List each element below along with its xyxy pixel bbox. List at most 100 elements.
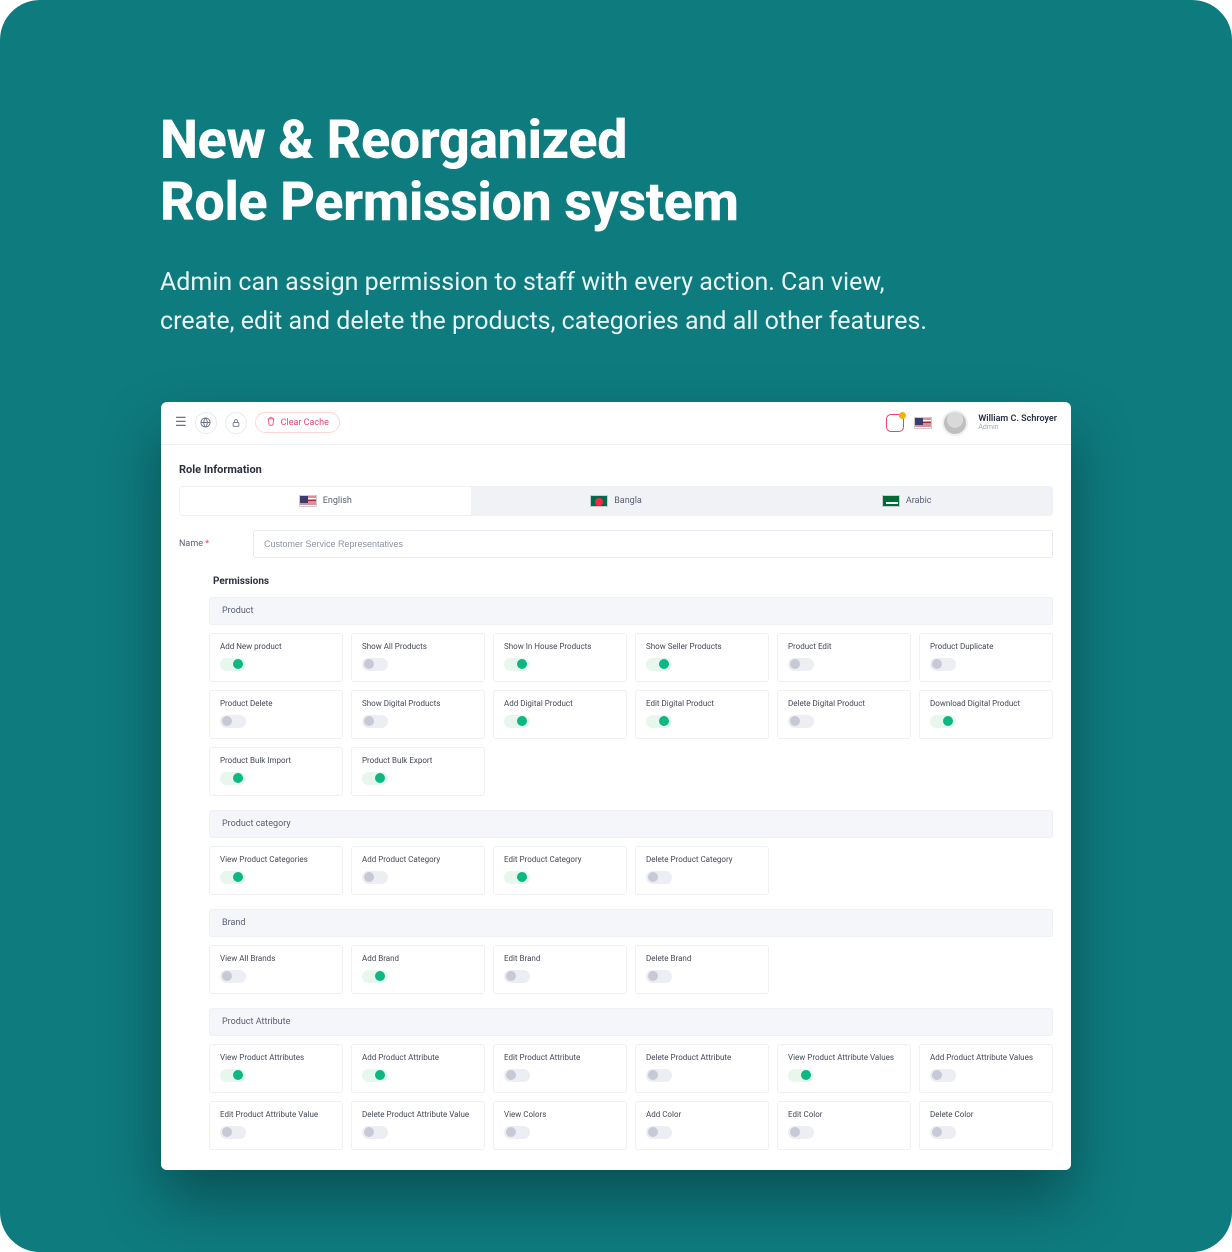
permission-card: Edit Digital Product	[635, 690, 769, 739]
permission-toggle[interactable]	[220, 772, 246, 785]
permission-group-header: Product	[209, 597, 1053, 625]
permission-label: Show Seller Products	[646, 642, 758, 652]
permission-label: Delete Digital Product	[788, 699, 900, 709]
permission-toggle[interactable]	[788, 1126, 814, 1139]
permission-grid: View All BrandsAdd BrandEdit BrandDelete…	[209, 945, 1053, 994]
permission-toggle[interactable]	[362, 871, 388, 884]
permission-toggle[interactable]	[930, 1069, 956, 1082]
permission-toggle[interactable]	[362, 970, 388, 983]
permission-grid: View Product Attributes Add Product Attri…	[209, 1044, 1053, 1150]
permission-toggle[interactable]	[220, 970, 246, 983]
hero-section: New & Reorganized Role Permission system…	[0, 110, 1232, 342]
permission-toggle[interactable]	[646, 1069, 672, 1082]
permission-toggle[interactable]	[930, 715, 956, 728]
hero-title-line2: Role Permission system	[160, 171, 739, 234]
permission-card: Delete Product Attribute Value	[351, 1101, 485, 1150]
permission-label: Show In House Products	[504, 642, 616, 652]
menu-icon[interactable]: ☰	[175, 415, 187, 430]
permission-toggle[interactable]	[504, 658, 530, 671]
permission-card: Add New product	[209, 633, 343, 682]
lock-icon[interactable]	[225, 412, 247, 434]
permission-card: Edit Product Category	[493, 846, 627, 895]
permission-card: Edit Product Attribute	[493, 1044, 627, 1093]
permission-toggle[interactable]	[646, 871, 672, 884]
tab-arabic-label: Arabic	[906, 496, 932, 506]
permission-toggle[interactable]	[646, 970, 672, 983]
permission-card: Download Digital Product	[919, 690, 1053, 739]
permission-toggle[interactable]	[930, 658, 956, 671]
permission-label: Download Digital Product	[930, 699, 1042, 709]
permission-toggle[interactable]	[362, 1069, 388, 1082]
permission-label: Edit Color	[788, 1110, 900, 1120]
permission-toggle[interactable]	[362, 658, 388, 671]
permission-label: Edit Brand	[504, 954, 616, 964]
tab-english-label: English	[323, 496, 352, 506]
tab-bangla-label: Bangla	[614, 496, 642, 506]
permission-toggle[interactable]	[220, 658, 246, 671]
permission-card: Product Bulk Export	[351, 747, 485, 796]
role-name-input[interactable]	[253, 530, 1053, 558]
hero-subtitle: Admin can assign permission to staff wit…	[160, 264, 940, 342]
permission-toggle[interactable]	[220, 871, 246, 884]
permission-card: Delete Digital Product	[777, 690, 911, 739]
tab-bangla[interactable]: Bangla	[471, 487, 762, 515]
name-label: Name *	[179, 539, 239, 549]
permission-toggle[interactable]	[362, 772, 388, 785]
permission-toggle[interactable]	[930, 1126, 956, 1139]
globe-icon[interactable]	[195, 412, 217, 434]
permission-label: Edit Product Category	[504, 855, 616, 865]
permission-label: Product Edit	[788, 642, 900, 652]
permission-label: Edit Digital Product	[646, 699, 758, 709]
permission-toggle[interactable]	[646, 1126, 672, 1139]
permission-toggle[interactable]	[646, 658, 672, 671]
permission-card: Add Digital Product	[493, 690, 627, 739]
permission-toggle[interactable]	[788, 658, 814, 671]
permission-card: Edit Brand	[493, 945, 627, 994]
permission-toggle[interactable]	[220, 715, 246, 728]
permission-grid: View Product CategoriesAdd Product Categ…	[209, 846, 1053, 895]
permission-toggle[interactable]	[788, 1069, 814, 1082]
permission-card: View Product Categories	[209, 846, 343, 895]
permission-label: View All Brands	[220, 954, 332, 964]
permission-toggle[interactable]	[504, 970, 530, 983]
user-block[interactable]: William C. Schroyer Admin	[978, 415, 1057, 431]
permission-card: Delete Color	[919, 1101, 1053, 1150]
permission-label: Add Color	[646, 1110, 758, 1120]
permission-label: Delete Color	[930, 1110, 1042, 1120]
permission-toggle[interactable]	[646, 715, 672, 728]
permission-label: View Product Attribute Values	[788, 1053, 900, 1063]
flag-us-icon	[299, 495, 317, 507]
avatar[interactable]	[942, 410, 968, 436]
permission-toggle[interactable]	[504, 1069, 530, 1082]
permission-label: View Product Attributes	[220, 1053, 332, 1063]
permission-label: Product Bulk Export	[362, 756, 474, 766]
app-screenshot: ☰ Clear Cache Willi	[161, 402, 1071, 1170]
marketing-page: New & Reorganized Role Permission system…	[0, 0, 1232, 1252]
clear-cache-button[interactable]: Clear Cache	[255, 412, 340, 433]
required-mark: *	[205, 539, 209, 549]
permission-toggle[interactable]	[504, 1126, 530, 1139]
permission-label: Add Digital Product	[504, 699, 616, 709]
permission-group-header: Product Attribute	[209, 1008, 1053, 1036]
permission-label: Delete Product Attribute	[646, 1053, 758, 1063]
permission-toggle[interactable]	[504, 871, 530, 884]
permission-toggle[interactable]	[504, 715, 530, 728]
permission-label: Add Product Attribute Values	[930, 1053, 1042, 1063]
tab-english[interactable]: English	[180, 487, 471, 515]
permission-label: View Colors	[504, 1110, 616, 1120]
tab-arabic[interactable]: Arabic	[761, 487, 1052, 515]
flag-bd-icon	[590, 495, 608, 507]
permission-card: Edit Product Attribute Value	[209, 1101, 343, 1150]
flag-us-icon[interactable]	[914, 417, 932, 429]
permission-toggle[interactable]	[220, 1069, 246, 1082]
permission-label: Show Digital Products	[362, 699, 474, 709]
permission-card: View Product Attributes	[209, 1044, 343, 1093]
permission-toggle[interactable]	[220, 1126, 246, 1139]
permission-card: Product Bulk Import	[209, 747, 343, 796]
notification-icon[interactable]	[886, 414, 904, 432]
permission-card: Add Brand	[351, 945, 485, 994]
permission-toggle[interactable]	[362, 1126, 388, 1139]
permission-toggle[interactable]	[362, 715, 388, 728]
permission-group-header: Brand	[209, 909, 1053, 937]
permission-toggle[interactable]	[788, 715, 814, 728]
